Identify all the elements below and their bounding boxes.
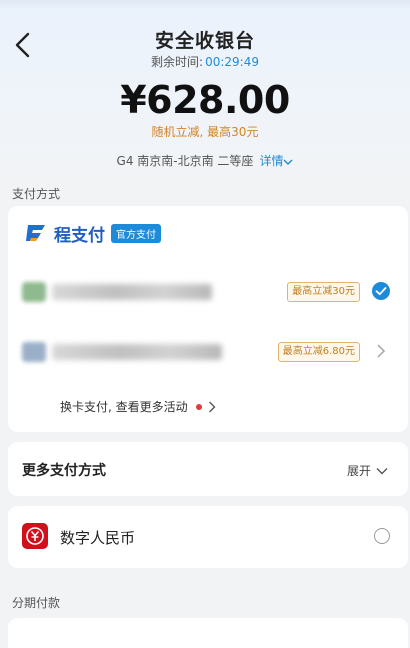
more-methods-label: 更多支付方式 [22, 463, 106, 479]
payment-section-label: 支付方式 [12, 187, 61, 201]
detail-label: 详情 [259, 154, 284, 168]
payment-amount: ¥628.00 [120, 78, 290, 122]
trip-info: G4 南京南-北京南 二等座 详情 [0, 152, 410, 169]
payment-option-2[interactable]: 最高立减6.80元 [8, 332, 408, 372]
payment-option-1[interactable]: 最高立减30元 [8, 272, 408, 312]
digital-rmb-option[interactable]: 数字人民币 [8, 506, 408, 568]
brand-name: 程支付 [54, 225, 105, 246]
discount-text: 随机立减, 最高30元 [151, 125, 259, 139]
installment-card [8, 618, 408, 648]
card-icon-blurred [22, 282, 46, 302]
chevron-right-icon [377, 344, 386, 358]
trip-text: G4 南京南-北京南 二等座 [116, 154, 254, 168]
installment-label: 分期付款 [12, 596, 61, 610]
card-name-blurred [52, 284, 212, 300]
card-name-blurred [52, 344, 222, 360]
more-methods-row[interactable]: 更多支付方式 展开 [8, 442, 408, 496]
radio-button[interactable] [374, 528, 390, 544]
promo-tag: 最高立减6.80元 [277, 342, 360, 362]
timer-value: 00:29:49 [205, 55, 259, 69]
notification-dot [195, 403, 202, 410]
countdown: 剩余时间: 00:29:49 [0, 53, 410, 70]
timer-label: 剩余时间: [151, 55, 204, 69]
brand-logo-icon [26, 225, 45, 241]
official-badge: 官方支付 [111, 223, 161, 243]
promo-tag: 最高立减30元 [287, 282, 360, 302]
card-icon-blurred [22, 342, 46, 362]
yuan-symbol-icon [26, 527, 44, 545]
header-area: 安全收银台 剩余时间: 00:29:49 ¥628.00 随机立减, 最高30元 … [0, 0, 410, 182]
check-circle-icon [372, 282, 390, 300]
expand-label: 展开 [346, 464, 371, 478]
payment-card: 程支付 官方支付 最高立减30元 最高立减6.80元 换卡支付, 查看更多活动 [8, 206, 408, 432]
chevron-down-icon [376, 467, 388, 474]
digital-rmb-icon [22, 523, 48, 549]
switch-card-link[interactable]: 换卡支付, 查看更多活动 [60, 398, 216, 415]
brand-header: 程支付 官方支付 [24, 220, 161, 246]
detail-link[interactable]: 详情 [259, 154, 293, 168]
status-bar [0, 0, 410, 10]
expand-toggle[interactable]: 展开 [347, 462, 388, 479]
chevron-right-icon [208, 401, 216, 412]
page-title: 安全收银台 [154, 30, 255, 52]
chevron-down-icon [283, 159, 293, 165]
digital-rmb-label: 数字人民币 [60, 529, 136, 547]
switch-card-text: 换卡支付, 查看更多活动 [60, 400, 188, 414]
